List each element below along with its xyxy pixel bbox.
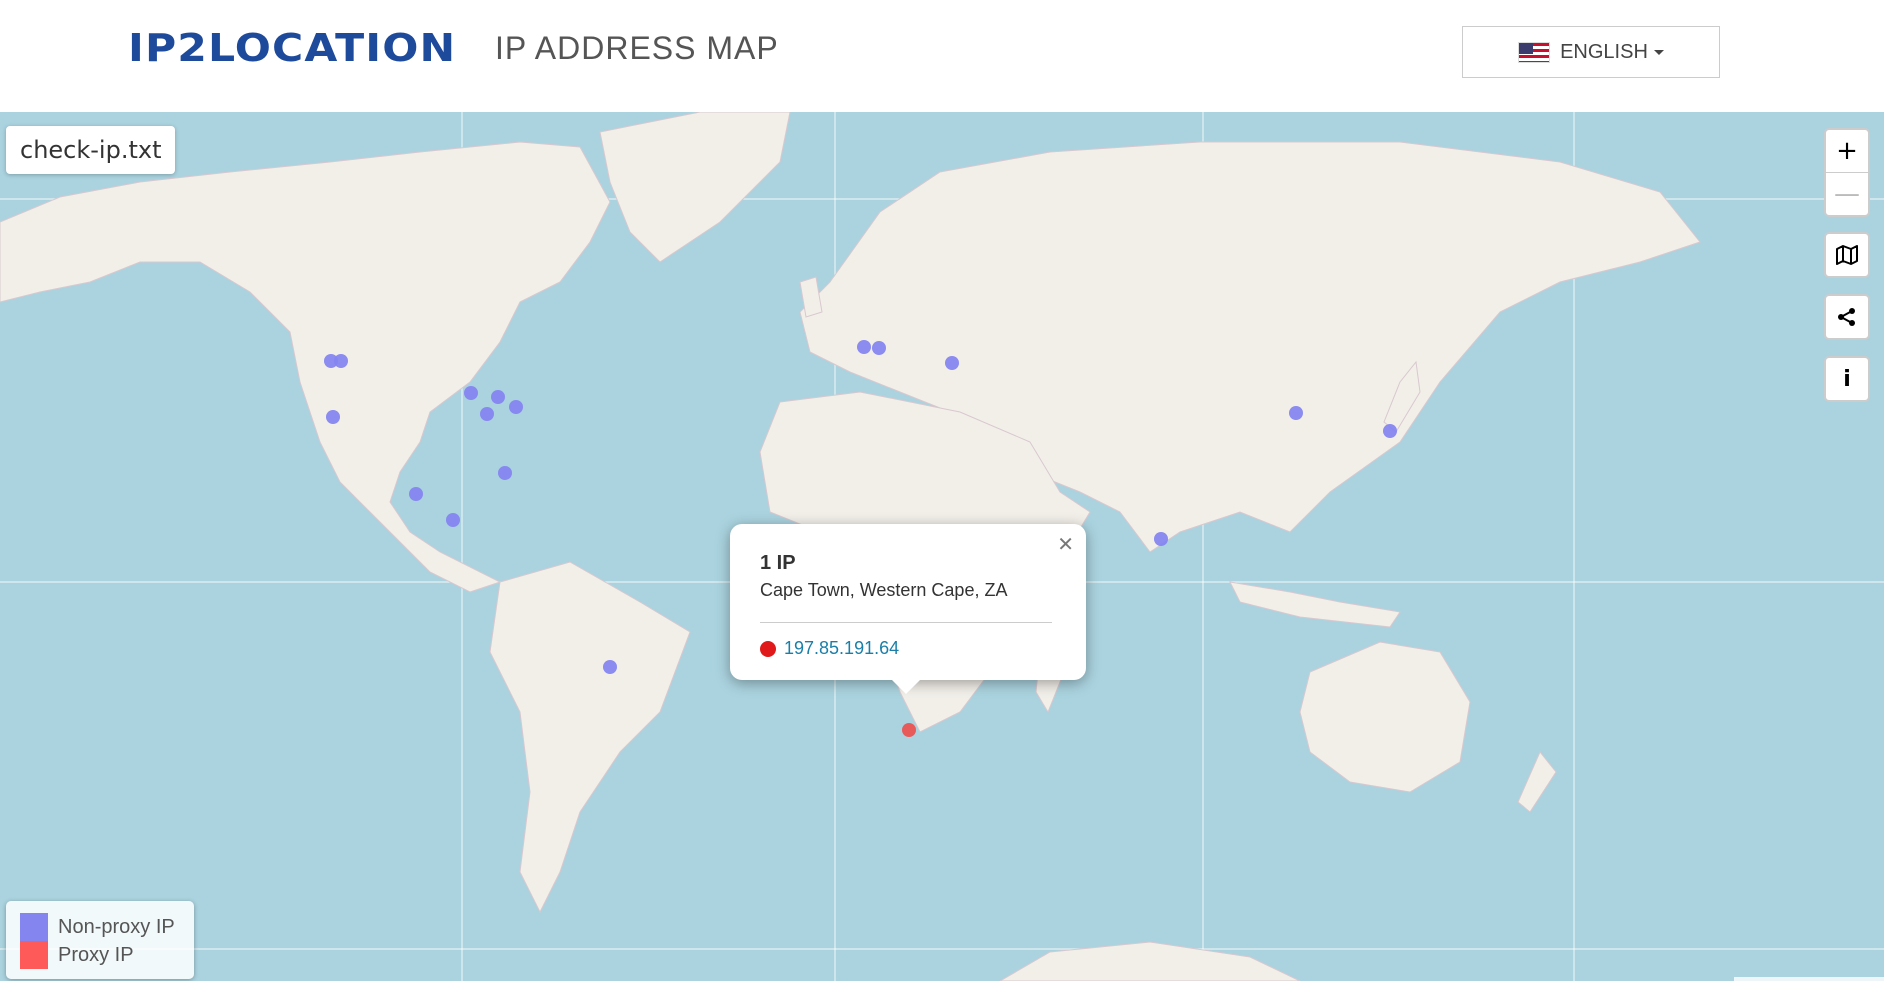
- non-proxy-marker[interactable]: [446, 513, 460, 527]
- non-proxy-marker[interactable]: [464, 386, 478, 400]
- popup-location: Cape Town, Western Cape, ZA: [760, 580, 1008, 600]
- layers-control: [1824, 232, 1870, 278]
- share-button[interactable]: [1826, 296, 1868, 338]
- zoom-in-button[interactable]: +: [1826, 130, 1868, 172]
- non-proxy-marker[interactable]: [1383, 424, 1397, 438]
- popup-divider: [760, 622, 1052, 623]
- header: IP2LOCATION IP ADDRESS MAP ENGLISH: [0, 0, 1884, 112]
- map-legend: Non-proxy IP Proxy IP: [6, 901, 194, 979]
- non-proxy-marker[interactable]: [857, 340, 871, 354]
- legend-non-proxy: Non-proxy IP: [20, 913, 175, 941]
- popup-ip-row: 197.85.191.64: [760, 638, 899, 659]
- proxy-dot-icon: [760, 640, 776, 657]
- non-proxy-marker[interactable]: [498, 466, 512, 480]
- ip-popup: ✕ 1 IP Cape Town, Western Cape, ZA 197.8…: [730, 524, 1086, 694]
- non-proxy-marker[interactable]: [326, 410, 340, 424]
- caret-down-icon: [1653, 49, 1664, 55]
- non-proxy-marker[interactable]: [1289, 406, 1303, 420]
- world-map[interactable]: check-ip.txt + — i ✕ 1 IP Cape Town, Wes…: [0, 112, 1884, 981]
- non-proxy-swatch: [20, 913, 48, 941]
- ip-link[interactable]: 197.85.191.64: [784, 638, 899, 659]
- non-proxy-marker[interactable]: [491, 390, 505, 404]
- page-title: IP ADDRESS MAP: [495, 30, 779, 66]
- popup-tip: [890, 678, 922, 694]
- language-label: ENGLISH: [1560, 40, 1648, 63]
- zoom-control: + —: [1824, 128, 1870, 217]
- map-icon: [1836, 245, 1858, 265]
- us-flag-icon: [1518, 41, 1551, 63]
- non-proxy-marker[interactable]: [480, 407, 494, 421]
- zoom-out-button[interactable]: —: [1826, 172, 1868, 215]
- map-layers-button[interactable]: [1826, 234, 1868, 276]
- info-control: i: [1824, 356, 1870, 402]
- language-selector[interactable]: ENGLISH: [1462, 26, 1720, 78]
- non-proxy-marker[interactable]: [409, 487, 423, 501]
- non-proxy-marker[interactable]: [603, 660, 617, 674]
- info-button[interactable]: i: [1826, 358, 1868, 400]
- non-proxy-marker[interactable]: [945, 356, 959, 370]
- share-control: [1824, 294, 1870, 340]
- file-label[interactable]: check-ip.txt: [6, 126, 176, 174]
- ip2location-logo[interactable]: IP2LOCATION: [128, 28, 456, 68]
- proxy-swatch: [20, 941, 48, 969]
- non-proxy-marker[interactable]: [334, 354, 348, 368]
- legend-label: Proxy IP: [58, 943, 134, 966]
- legend-label: Non-proxy IP: [58, 915, 175, 938]
- proxy-marker[interactable]: [902, 723, 916, 737]
- non-proxy-marker[interactable]: [509, 400, 523, 414]
- non-proxy-marker[interactable]: [1154, 532, 1168, 546]
- map-attribution: [1734, 977, 1884, 981]
- popup-ip-count: 1 IP: [760, 552, 796, 574]
- share-icon: [1838, 308, 1855, 326]
- non-proxy-marker[interactable]: [872, 341, 886, 355]
- close-icon[interactable]: ✕: [1057, 532, 1074, 556]
- legend-proxy: Proxy IP: [20, 941, 134, 969]
